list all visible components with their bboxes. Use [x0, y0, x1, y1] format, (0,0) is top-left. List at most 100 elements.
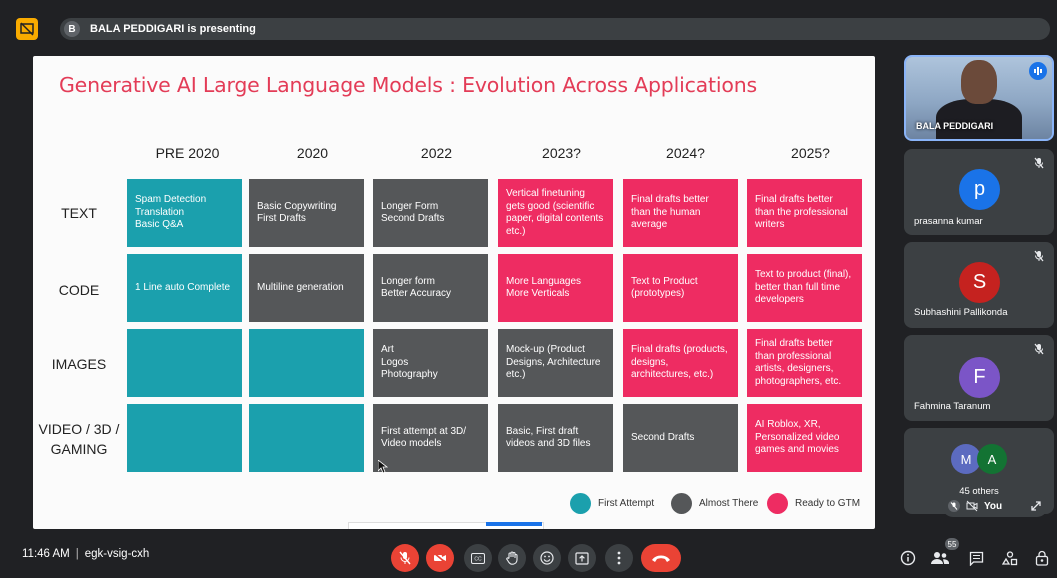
mic-off-icon: [1034, 157, 1044, 169]
row-header: TEXT: [61, 205, 97, 221]
grid-cell: AI Roblox, XR, Personalized video games …: [747, 404, 862, 472]
legend-swatch: [671, 493, 692, 514]
grid-cell: Mock-up (Product Designs, Architecture e…: [498, 329, 613, 397]
grid-cell: Basic Copywriting First Drafts: [249, 179, 364, 247]
participant-avatar: S: [959, 262, 1000, 303]
grid-cell: Final drafts better than the professiona…: [747, 179, 862, 247]
legend-item: Ready to GTM: [767, 493, 860, 514]
participant-tile[interactable]: p prasanna kumar: [904, 149, 1054, 235]
participant-name: Subhashini Pallikonda: [914, 307, 1008, 318]
row-header: IMAGES: [51, 356, 107, 372]
grid-cell: Spam Detection Translation Basic Q&A: [127, 179, 242, 247]
grid-cell: [127, 329, 242, 397]
separator: |: [75, 548, 79, 560]
expand-icon[interactable]: [1030, 500, 1042, 512]
participant-name: Fahmina Taranum: [914, 401, 991, 412]
column-header: 2023?: [542, 145, 581, 161]
grid-cell: Longer form Better Accuracy: [373, 254, 488, 322]
present-screen-icon: [575, 551, 589, 565]
slide-title: Generative AI Large Language Models : Ev…: [59, 73, 757, 97]
slide-scrollbar[interactable]: [348, 522, 544, 529]
participant-tile[interactable]: F Fahmina Taranum: [904, 335, 1054, 421]
grid-cell: [127, 404, 242, 472]
row-header: CODE: [58, 282, 100, 298]
participant-tile[interactable]: S Subhashini Pallikonda: [904, 242, 1054, 328]
more-options-button[interactable]: [605, 544, 633, 572]
presenter-chip: B BALA PEDDIGARI is presenting: [60, 18, 1050, 40]
bottom-toolbar: 11:46 AM | egk-vsig-cxh CC 55: [0, 538, 1057, 578]
info-icon: [900, 550, 916, 566]
more-vert-icon: [617, 551, 621, 565]
captions-icon: CC: [471, 552, 485, 564]
grid-cell: Final drafts (products, designs, archite…: [623, 329, 738, 397]
grid-cell: Second Drafts: [623, 404, 738, 472]
column-header: PRE 2020: [155, 145, 220, 161]
legend-item: First Attempt: [570, 493, 654, 514]
grid-cell: Basic, First draft videos and 3D files: [498, 404, 613, 472]
legend-label: First Attempt: [598, 498, 655, 509]
activities-icon: [1002, 550, 1018, 565]
slide-scroll-thumb[interactable]: [486, 522, 542, 526]
grid-cell: Vertical finetuning gets good (scientifi…: [498, 179, 613, 247]
chat-button[interactable]: [966, 548, 986, 568]
participant-avatar: A: [977, 444, 1007, 474]
grid-cell: Multiline generation: [249, 254, 364, 322]
mic-off-icon: [1034, 343, 1044, 355]
grid-cell: Art Logos Photography: [373, 329, 488, 397]
activities-button[interactable]: [1000, 548, 1020, 568]
column-header: 2024?: [666, 145, 705, 161]
presenting-label: BALA PEDDIGARI is presenting: [90, 23, 256, 35]
participant-avatar: p: [959, 169, 1000, 210]
people-icon: [931, 552, 949, 564]
meeting-details-button[interactable]: [898, 548, 918, 568]
legend-swatch: [570, 493, 591, 514]
grid-cell: Text to product (final), better than ful…: [747, 254, 862, 322]
mic-off-icon: [1034, 250, 1044, 262]
chat-icon: [969, 551, 983, 566]
participant-name: prasanna kumar: [914, 216, 983, 227]
presenter-video-tile[interactable]: BALA PEDDIGARI: [904, 55, 1054, 141]
raise-hand-button[interactable]: [498, 544, 526, 572]
grid-cell: Longer Form Second Drafts: [373, 179, 488, 247]
mic-toggle-button[interactable]: [391, 544, 419, 572]
column-header: 2020: [296, 145, 329, 161]
column-header: 2022: [420, 145, 453, 161]
captions-button[interactable]: CC: [464, 544, 492, 572]
mouse-cursor-icon: [378, 460, 388, 474]
camera-off-icon[interactable]: [966, 500, 978, 512]
legend-item: Almost There: [671, 493, 758, 514]
shared-slide: Generative AI Large Language Models : Ev…: [33, 56, 875, 529]
raise-hand-icon: [505, 551, 518, 565]
host-controls-button[interactable]: [1032, 548, 1052, 568]
row-header: VIDEO / 3D / GAMING: [38, 421, 120, 457]
reactions-button[interactable]: [533, 544, 561, 572]
stop-presenting-icon[interactable]: [16, 18, 38, 40]
video-person-head: [961, 60, 997, 104]
grid-cell: More Languages More Verticals: [498, 254, 613, 322]
camera-off-icon: [433, 552, 447, 564]
video-person: [936, 99, 1022, 139]
grid-cell: [249, 404, 364, 472]
legend-label: Ready to GTM: [795, 498, 861, 509]
camera-toggle-button[interactable]: [426, 544, 454, 572]
grid-cell: Text to Product (prototypes): [623, 254, 738, 322]
present-button[interactable]: [568, 544, 596, 572]
self-label: You: [984, 500, 1003, 512]
participant-count-badge: 55: [945, 538, 959, 550]
legend-label: Almost There: [699, 498, 759, 509]
grid-cell: First attempt at 3D/ Video models: [373, 404, 488, 472]
grid-cell: 1 Line auto Complete: [127, 254, 242, 322]
column-header: 2025?: [791, 145, 830, 161]
leave-call-button[interactable]: [641, 544, 681, 572]
presenter-avatar: B: [64, 21, 80, 37]
emoji-icon: [540, 551, 554, 565]
mic-off-icon: [399, 551, 411, 565]
participant-name: BALA PEDDIGARI: [916, 121, 994, 131]
mic-off-icon[interactable]: [948, 500, 960, 512]
grid-cell: Final drafts better than professional ar…: [747, 329, 862, 397]
end-call-icon: [652, 555, 670, 562]
people-button[interactable]: [930, 548, 950, 568]
grid-cell: Final drafts better than the human avera…: [623, 179, 738, 247]
self-view-bar[interactable]: You: [942, 495, 1048, 517]
meeting-code: egk-vsig-cxh: [84, 548, 150, 560]
